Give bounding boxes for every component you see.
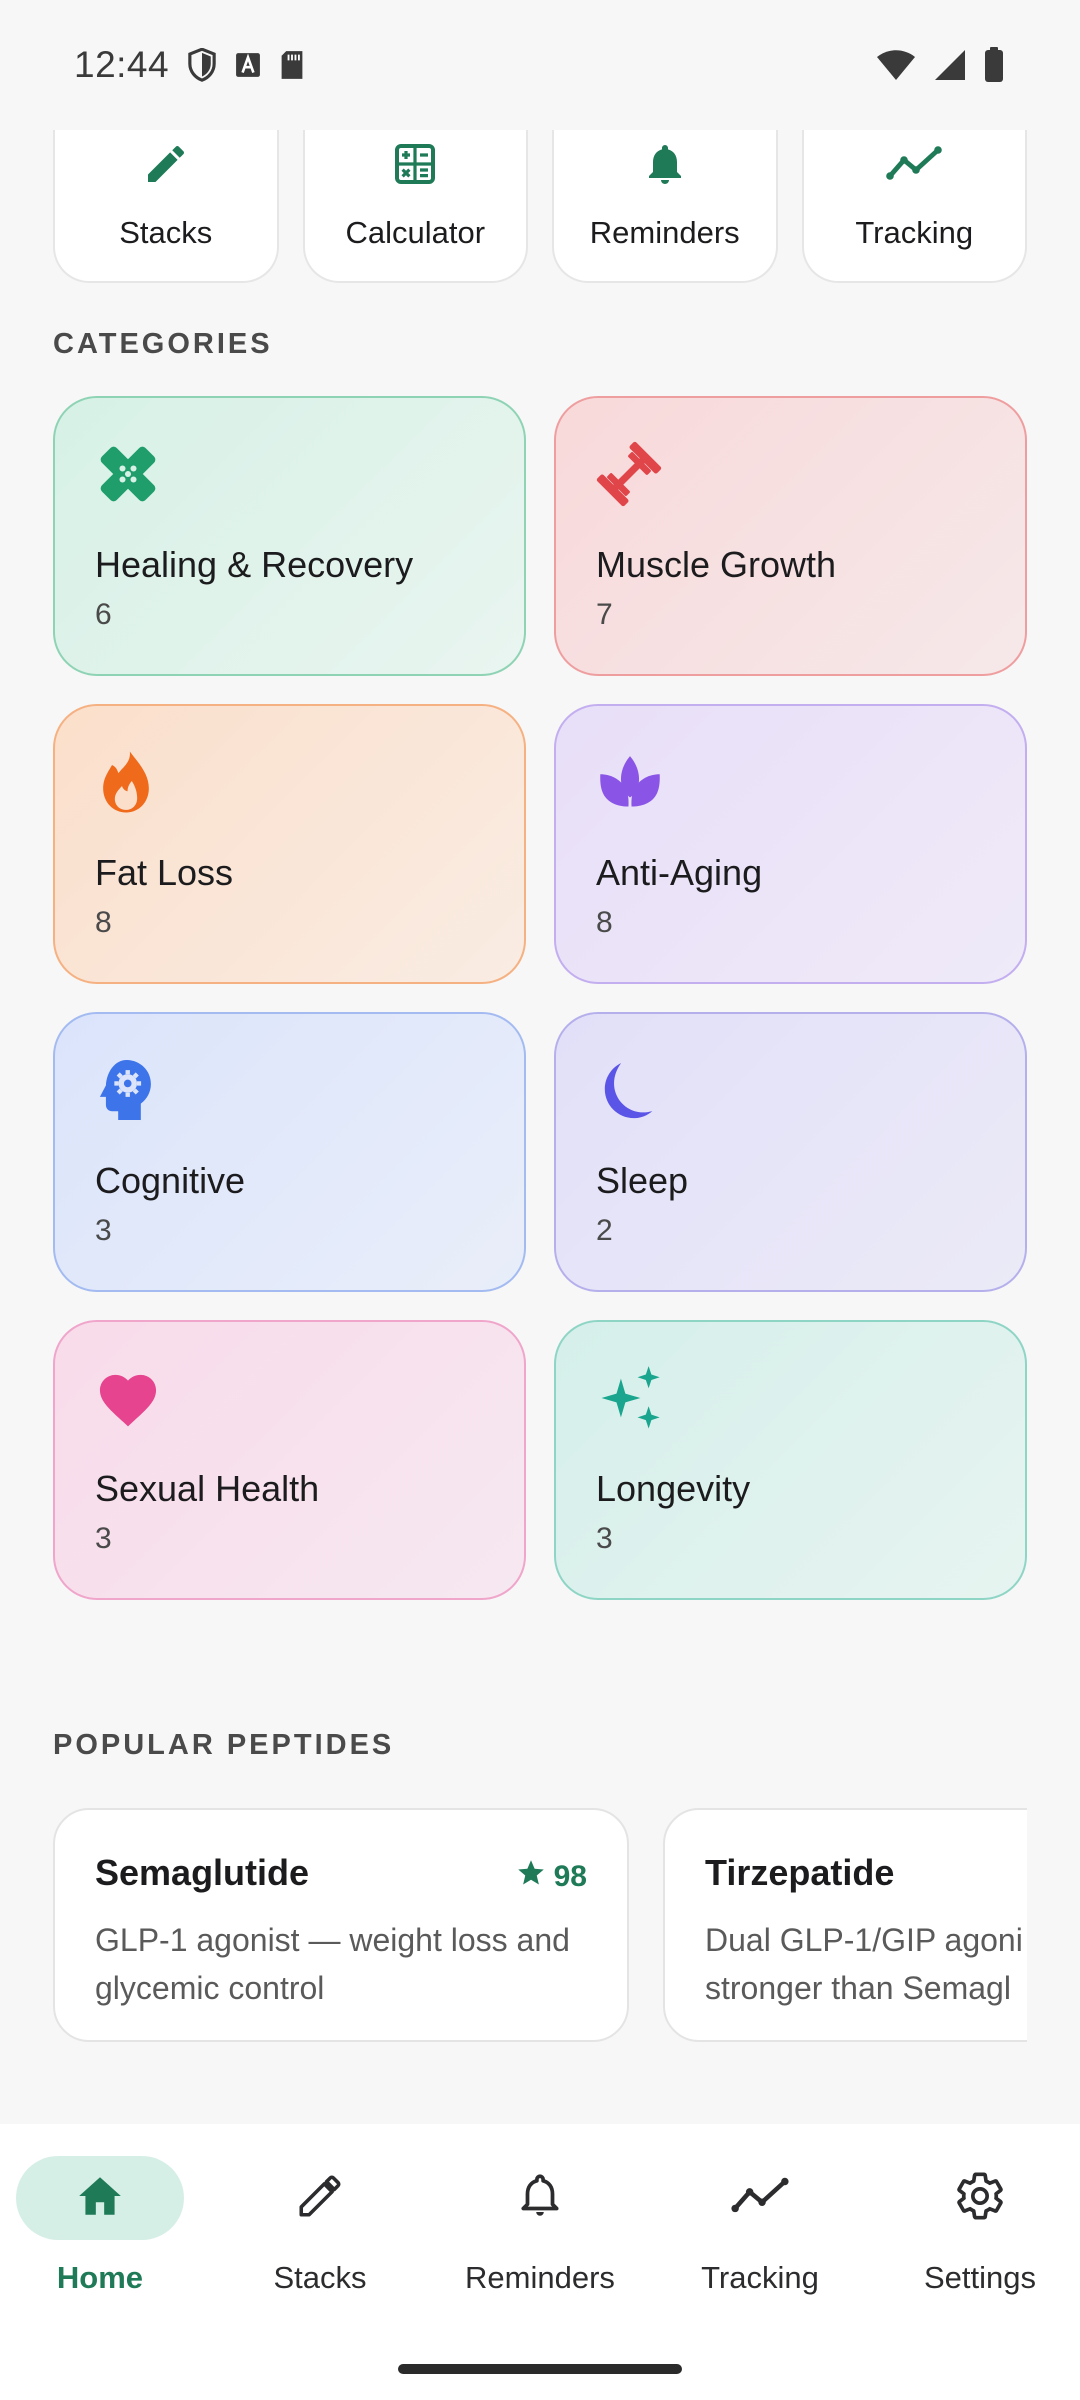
sd-card-icon (279, 50, 305, 80)
category-name: Fat Loss (95, 852, 234, 893)
nav-indicator (896, 2156, 1064, 2240)
category-count: 3 (95, 1522, 112, 1555)
app-screen: 12:44 Stacks Calculator Reminders Tracki… (0, 0, 1080, 2400)
bottom-nav-items: Home Stacks Reminders Tracking Settings (0, 2156, 1080, 2306)
star-icon (516, 1858, 546, 1896)
category-count: 8 (596, 906, 613, 939)
status-left: 12:44 (74, 44, 305, 86)
nav-label: Settings (923, 2260, 1036, 2295)
nav-item-tracking[interactable]: Tracking (660, 2156, 860, 2306)
nav-item-stacks[interactable]: Stacks (220, 2156, 420, 2306)
category-card-healing-recovery[interactable]: Healing & Recovery 6 (53, 396, 526, 676)
category-name: Longevity (596, 1468, 751, 1509)
pencil-icon (142, 140, 190, 193)
peptide-name: Semaglutide (95, 1852, 310, 1893)
category-card-fat-loss[interactable]: Fat Loss 8 (53, 704, 526, 984)
a-box-icon (235, 52, 261, 78)
nav-item-home[interactable]: Home (0, 2156, 200, 2306)
quick-action-reminders[interactable]: Reminders (552, 130, 778, 283)
quick-action-tracking[interactable]: Tracking (801, 130, 1027, 283)
popular-peptides-carousel[interactable]: Semaglutide 98 GLP-1 agonist — weight lo… (53, 1808, 1027, 2042)
category-card-anti-aging[interactable]: Anti-Aging 8 (554, 704, 1027, 984)
pencil-icon (295, 2171, 345, 2226)
category-card-sleep[interactable]: Sleep 2 (554, 1012, 1027, 1292)
peptide-card-semaglutide[interactable]: Semaglutide 98 GLP-1 agonist — weight lo… (53, 1808, 629, 2042)
status-bar: 12:44 (0, 0, 1080, 130)
category-count: 3 (95, 1214, 112, 1247)
category-count: 8 (95, 906, 112, 939)
nav-indicator (456, 2156, 624, 2240)
home-gesture-bar[interactable] (398, 2364, 682, 2374)
category-count: 7 (596, 598, 613, 631)
peptide-name: Tirzepatide (705, 1852, 895, 1893)
nav-label: Reminders (465, 2260, 615, 2295)
status-time: 12:44 (74, 44, 170, 85)
gear-icon (954, 2170, 1006, 2227)
calculator-icon (391, 140, 439, 193)
trend-line-icon (886, 140, 943, 193)
quick-action-label: Stacks (119, 215, 213, 250)
category-name: Muscle Growth (596, 544, 837, 585)
category-name: Sexual Health (95, 1468, 320, 1509)
peptide-card-tirzepatide[interactable]: Tirzepatide Dual GLP-1/GIP agoni stronge… (663, 1808, 1027, 2042)
nav-indicator (16, 2156, 184, 2240)
nav-label: Stacks (273, 2260, 367, 2295)
moon-icon (596, 1054, 668, 1126)
status-right (876, 47, 1004, 83)
bandage-icon (95, 438, 167, 510)
quick-action-label: Reminders (589, 215, 740, 250)
peptide-description-line: GLP-1 agonist — weight loss and (95, 1922, 570, 1958)
nav-label: Tracking (701, 2260, 819, 2295)
battery-icon (984, 47, 1004, 83)
peptide-description-line: Dual GLP-1/GIP agoni (705, 1922, 1023, 1958)
category-name: Cognitive (95, 1160, 246, 1201)
bell-icon (515, 2171, 565, 2226)
category-card-sexual-health[interactable]: Sexual Health 3 (53, 1320, 526, 1600)
peptide-description: GLP-1 agonist — weight loss and glycemic… (95, 1916, 587, 2012)
peptide-score: 98 (516, 1858, 587, 1896)
category-card-muscle-growth[interactable]: Muscle Growth 7 (554, 396, 1027, 676)
categories-heading: CATEGORIES (53, 328, 273, 360)
categories-grid: Healing & Recovery 6 Muscle Growth 7 Fat… (53, 396, 1027, 1600)
peptide-description-line: glycemic control (95, 1970, 325, 2006)
popular-peptides-heading: POPULAR PEPTIDES (53, 1729, 395, 1761)
wifi-icon (876, 49, 916, 81)
category-card-longevity[interactable]: Longevity 3 (554, 1320, 1027, 1600)
nav-item-settings[interactable]: Settings (880, 2156, 1080, 2306)
home-icon (75, 2171, 125, 2226)
lotus-icon (596, 746, 668, 818)
bottom-nav: Home Stacks Reminders Tracking Settings (0, 2124, 1080, 2400)
heart-icon (95, 1362, 167, 1434)
quick-action-stacks[interactable]: Stacks (53, 130, 279, 283)
category-name: Sleep (596, 1160, 689, 1201)
nav-label: Home (56, 2260, 144, 2295)
bell-icon (641, 140, 689, 193)
nav-indicator (676, 2156, 844, 2240)
peptide-description: Dual GLP-1/GIP agoni stronger than Semag… (705, 1916, 1027, 2012)
sparkles-icon (596, 1362, 668, 1434)
flame-icon (95, 746, 167, 818)
dumbbell-icon (596, 438, 668, 510)
category-name: Healing & Recovery (95, 544, 414, 585)
category-count: 2 (596, 1214, 613, 1247)
peptide-description-line: stronger than Semagl (705, 1970, 1011, 2006)
brain-gear-icon (95, 1054, 167, 1126)
quick-action-label: Tracking (855, 215, 974, 250)
category-count: 3 (596, 1522, 613, 1555)
nav-indicator (236, 2156, 404, 2240)
quick-action-label: Calculator (345, 215, 486, 250)
trend-line-icon (731, 2171, 789, 2226)
quick-action-calculator[interactable]: Calculator (302, 130, 528, 283)
peptide-score-value: 98 (553, 1860, 587, 1893)
category-name: Anti-Aging (596, 852, 763, 893)
category-count: 6 (95, 598, 112, 631)
quick-actions-row: Stacks Calculator Reminders Tracking (53, 130, 1027, 283)
shield-icon (187, 48, 217, 82)
signal-icon (934, 49, 966, 81)
nav-item-reminders[interactable]: Reminders (440, 2156, 640, 2306)
category-card-cognitive[interactable]: Cognitive 3 (53, 1012, 526, 1292)
